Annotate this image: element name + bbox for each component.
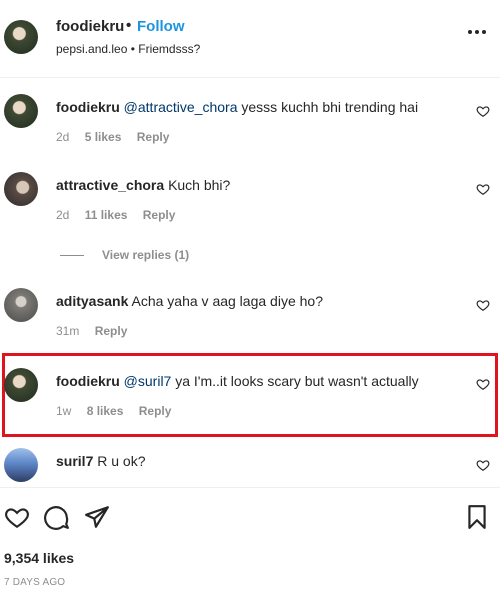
heart-icon[interactable] — [476, 377, 490, 391]
avatar[interactable] — [4, 172, 38, 206]
comment-username[interactable]: adityasank — [56, 293, 128, 309]
comment-meta: 2d 11 likes Reply — [56, 208, 175, 222]
comment-username[interactable]: foodiekru — [56, 99, 120, 115]
post-actions-bar — [0, 487, 500, 549]
comment-text: foodiekru @suril7 ya I'm..it looks scary… — [56, 372, 419, 390]
reply-button[interactable]: Reply — [143, 208, 176, 222]
view-replies-label: View replies (1) — [102, 248, 190, 262]
comment-body: R u ok? — [97, 453, 146, 469]
heart-icon[interactable] — [4, 504, 30, 530]
comment-text: attractive_chora Kuch bhi? — [56, 176, 230, 194]
comment-meta: 1w 8 likes Reply — [56, 404, 171, 418]
comment-likes[interactable]: 8 likes — [87, 404, 124, 418]
heart-icon[interactable] — [476, 182, 490, 196]
heart-icon[interactable] — [476, 458, 490, 472]
post-header: foodiekru • Follow pepsi.and.leo • Friem… — [0, 0, 500, 78]
comment-time: 1w — [56, 404, 72, 418]
comment-text: foodiekru @attractive_chora yesss kuchh … — [56, 98, 418, 116]
avatar[interactable] — [4, 20, 38, 54]
likes-count[interactable]: 9,354 likes — [4, 550, 74, 566]
avatar[interactable] — [4, 288, 38, 322]
comment-body: yesss kuchh bhi trending hai — [237, 99, 419, 115]
avatar[interactable] — [4, 94, 38, 128]
heart-icon[interactable] — [476, 298, 490, 312]
comment-body: Kuch bhi? — [168, 177, 231, 193]
reply-button[interactable]: Reply — [137, 130, 170, 144]
comment-icon[interactable] — [44, 504, 70, 530]
comment-username[interactable]: attractive_chora — [56, 177, 164, 193]
comment-likes[interactable]: 11 likes — [85, 208, 128, 222]
bookmark-icon[interactable] — [464, 504, 490, 530]
heart-icon[interactable] — [476, 104, 490, 118]
comment-meta: 2d 5 likes Reply — [56, 130, 169, 144]
divider-line — [60, 254, 84, 256]
comment-mention[interactable]: @attractive_chora — [124, 99, 238, 115]
comment-username[interactable]: foodiekru — [56, 373, 120, 389]
comment-time: 2d — [56, 208, 70, 222]
reply-button[interactable]: Reply — [95, 324, 128, 338]
comment-text: suril7 R u ok? — [56, 452, 146, 470]
comment-body: ya I'm..it looks scary but wasn't actual… — [171, 373, 419, 389]
comment-time: 2d — [56, 130, 70, 144]
more-options-icon[interactable] — [468, 30, 486, 34]
separator-dot: • — [126, 17, 132, 34]
post-author-username[interactable]: foodiekru — [56, 18, 124, 35]
avatar[interactable] — [4, 448, 38, 482]
comment-likes[interactable]: 5 likes — [85, 130, 122, 144]
reply-button[interactable]: Reply — [139, 404, 172, 418]
post-subtitle[interactable]: pepsi.and.leo • Friemdsss? — [56, 42, 200, 56]
post-timestamp: 7 DAYS AGO — [4, 577, 66, 588]
comment-text: adityasank Acha yaha v aag laga diye ho? — [56, 292, 323, 310]
avatar[interactable] — [4, 368, 38, 402]
highlight-box — [2, 353, 498, 437]
view-replies-button[interactable]: View replies (1) — [60, 248, 189, 262]
comment-body: Acha yaha v aag laga diye ho? — [131, 293, 323, 309]
comment-meta: 31m Reply — [56, 324, 127, 338]
comment-username[interactable]: suril7 — [56, 453, 93, 469]
comment-mention[interactable]: @suril7 — [124, 373, 172, 389]
share-icon[interactable] — [84, 504, 110, 530]
comment-time: 31m — [56, 324, 80, 338]
follow-button[interactable]: Follow — [137, 18, 185, 35]
